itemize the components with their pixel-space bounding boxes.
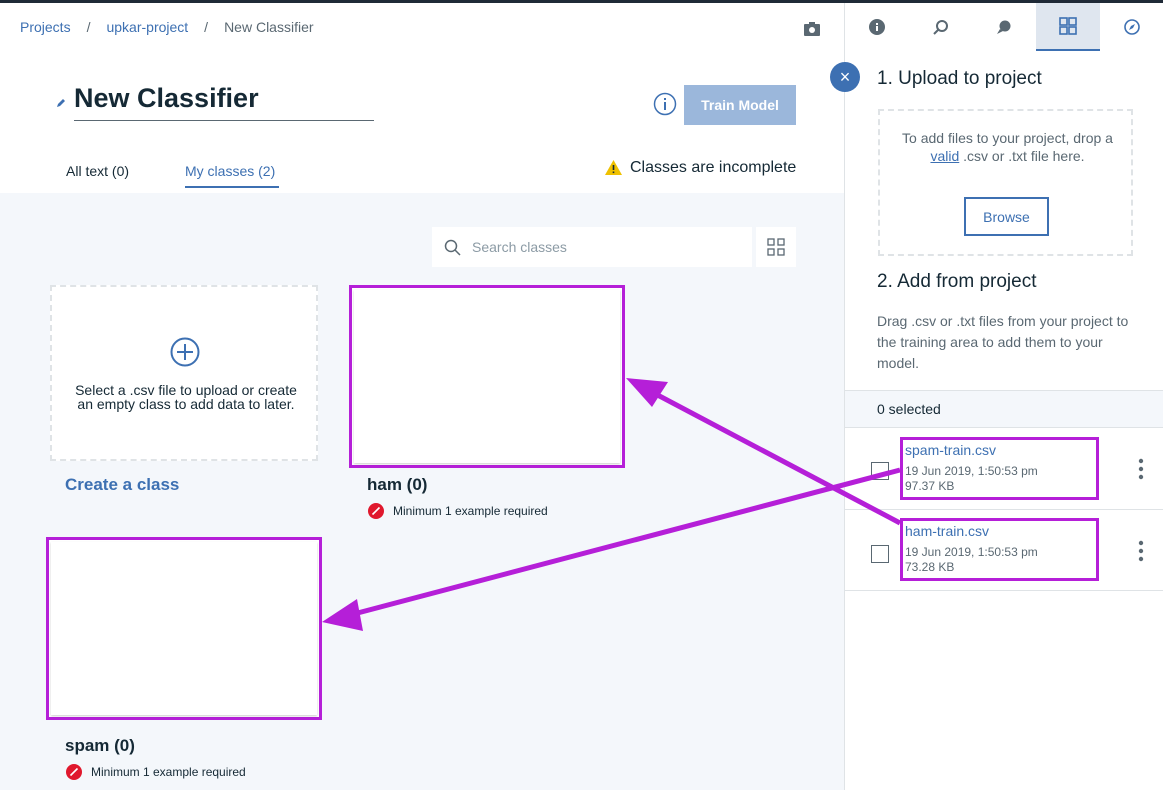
valid-link[interactable]: valid [930,148,959,164]
title-underline [74,120,374,121]
upload-heading: 1. Upload to project [877,68,1042,89]
train-model-button[interactable]: Train Model [684,85,796,125]
browse-button[interactable]: Browse [964,197,1049,236]
breadcrumb: Projects / upkar-project / New Classifie… [20,19,314,35]
side-panel-tabs [845,3,1163,51]
error-icon [66,764,82,780]
add-description: Drag .csv or .txt files from your projec… [877,313,1129,371]
warning-icon [605,160,622,175]
add-heading: 2. Add from project [877,271,1037,292]
search-input[interactable] [472,227,742,267]
screenshot-icon[interactable] [803,20,821,38]
class-card-ham[interactable] [349,285,625,468]
create-class-card[interactable]: Select a .csv file to upload or create a… [50,285,318,461]
tab-chat[interactable] [973,3,1037,51]
breadcrumb-separator: / [204,19,209,35]
info-icon[interactable] [653,92,677,116]
search-icon [444,239,461,256]
overflow-menu-icon[interactable] [1138,540,1144,562]
page-title[interactable]: New Classifier [74,83,259,114]
edit-icon[interactable] [55,96,67,108]
class-card-spam[interactable] [46,537,322,720]
file-size: 73.28 KB [905,560,955,574]
file-date: 19 Jun 2019, 1:50:53 pm [905,545,1038,559]
grid-view-button[interactable] [756,227,796,267]
file-info[interactable]: ham-train.csv 19 Jun 2019, 1:50:53 pm 73… [900,518,1099,581]
class-requirement: Minimum 1 example required [368,503,548,519]
file-name[interactable]: spam-train.csv [905,442,996,458]
grid-icon [767,238,785,256]
breadcrumb-separator: / [86,19,91,35]
info-icon [868,19,885,35]
class-name: ham (0) [367,475,428,494]
selected-count: 0 selected [877,401,941,417]
tab-data[interactable] [1036,3,1101,51]
breadcrumb-current: New Classifier [224,19,314,35]
tab-compass[interactable] [1100,3,1163,51]
class-requirement: Minimum 1 example required [66,764,246,780]
tab-info[interactable] [845,3,909,51]
add-circle-icon [170,337,200,367]
file-row[interactable]: spam-train.csv 19 Jun 2019, 1:50:53 pm 9… [845,429,1163,510]
breadcrumb-project[interactable]: upkar-project [106,19,188,35]
breadcrumb-projects[interactable]: Projects [20,19,71,35]
file-size: 97.37 KB [905,479,955,493]
class-name: spam (0) [65,736,135,755]
selection-bar: 0 selected [845,390,1163,428]
requirement-text: Minimum 1 example required [393,504,548,518]
dropzone-text-start: To add files to your project, drop a [902,130,1113,146]
search-classes [432,227,752,267]
tab-my-classes[interactable]: My classes (2) [185,163,275,179]
warning-message: Classes are incomplete [630,159,797,176]
tab-all-text[interactable]: All text (0) [66,163,129,179]
overflow-menu-icon[interactable] [1138,458,1144,480]
upload-dropzone[interactable]: To add files to your project, drop a val… [878,109,1133,256]
chat-icon [997,20,1011,34]
data-icon [1059,17,1078,35]
side-panel: 1. Upload to project To add files to you… [844,3,1163,790]
compass-icon [1124,19,1140,35]
file-date: 19 Jun 2019, 1:50:53 pm [905,464,1038,478]
main-area: Projects / upkar-project / New Classifie… [0,3,844,790]
file-checkbox[interactable] [871,545,889,563]
create-class-link[interactable]: Create a class [65,475,179,495]
file-name[interactable]: ham-train.csv [905,523,989,539]
file-info[interactable]: spam-train.csv 19 Jun 2019, 1:50:53 pm 9… [900,437,1099,500]
file-checkbox[interactable] [871,462,889,480]
page-header: Projects / upkar-project / New Classifie… [0,3,844,193]
requirement-text: Minimum 1 example required [91,765,246,779]
dropzone-text-end: .csv or .txt file here. [959,148,1085,164]
dropzone-text: To add files to your project, drop a val… [894,129,1121,165]
file-row[interactable]: ham-train.csv 19 Jun 2019, 1:50:53 pm 73… [845,510,1163,591]
active-tab-indicator [185,186,279,188]
search-asset-icon [932,20,948,35]
close-panel-button[interactable]: × [830,62,860,92]
tab-search-asset[interactable] [909,3,973,51]
error-icon [368,503,384,519]
create-class-description: Select a .csv file to upload or create a… [75,382,297,412]
